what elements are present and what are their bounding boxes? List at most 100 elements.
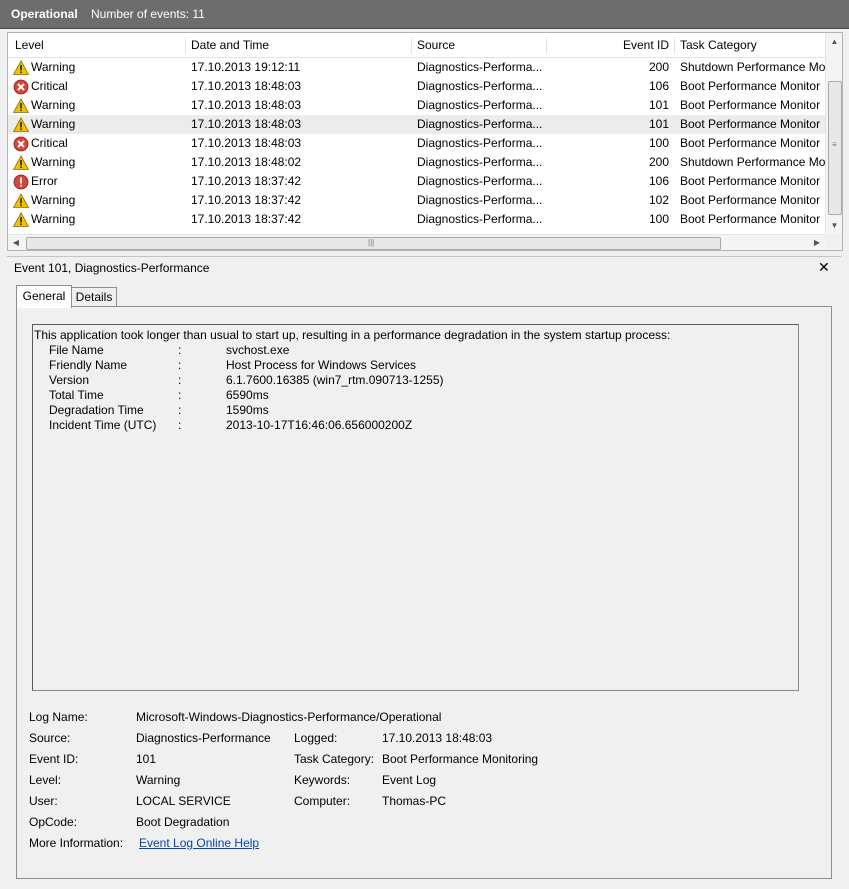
event-row[interactable]: Warning 17.10.2013 18:48:02 Diagnostics-Pe… [8,153,826,172]
description-field-separator: : [178,343,182,357]
column-header-task-category[interactable]: Task Category [680,38,757,54]
scroll-up-icon[interactable]: ▲ [826,33,842,50]
event-id: 101 [648,98,669,112]
event-source: Diagnostics-Performa... [417,117,543,131]
scroll-corner [825,234,842,250]
event-date: 17.10.2013 18:48:03 [191,117,302,131]
event-date: 17.10.2013 18:48:03 [191,98,302,112]
task-category-value: Boot Performance Monitoring [382,752,539,766]
error-icon [13,174,29,190]
description-field-label: Degradation Time [49,403,144,417]
scroll-right-icon[interactable]: ▶ [809,235,825,250]
event-row[interactable]: Critical 17.10.2013 18:48:03 Diagnostics-P… [8,77,826,96]
description-field-value: 1590ms [226,403,269,417]
event-level: Warning [31,212,76,226]
event-source: Diagnostics-Performa... [417,136,543,150]
event-row[interactable]: Warning 17.10.2013 18:37:42 Diagnostics-Pe… [8,191,826,210]
event-category: Shutdown Performance Mo [680,155,826,169]
event-level: Warning [31,98,76,112]
horizontal-scrollbar[interactable]: ◀ ||| ▶ [8,234,825,250]
event-log-online-help-link[interactable]: Event Log Online Help [139,836,259,850]
warning-icon [12,98,30,114]
event-list[interactable]: Level Date and Time Source Event ID Task… [7,32,843,251]
event-id: 102 [648,193,669,207]
computer-value: Thomas-PC [382,794,447,808]
general-tab-panel: This application took longer than usual … [16,306,832,879]
column-header-level[interactable]: Level [15,38,44,54]
event-row[interactable]: Critical 17.10.2013 18:48:03 Diagnostics-P… [8,134,826,153]
scroll-left-icon[interactable]: ◀ [8,235,24,250]
vertical-scroll-thumb[interactable]: ≡ [828,81,842,215]
event-category: Boot Performance Monitor [680,212,821,226]
tab-details[interactable]: Details [71,287,117,307]
opcode-label: OpCode: [29,815,78,829]
event-source: Diagnostics-Performa... [417,79,543,93]
event-row[interactable]: Warning 17.10.2013 19:12:11 Diagnostics-Pe… [8,58,826,77]
more-info-label: More Information: [29,836,124,850]
description-field-value: 2013-10-17T16:46:06.656000200Z [226,418,413,432]
description-field-label: File Name [49,343,104,357]
description-field-label: Incident Time (UTC) [49,418,157,432]
close-icon[interactable]: ✕ [818,259,830,276]
event-level: Warning [31,155,76,169]
keywords-value: Event Log [382,773,437,787]
event-level: Warning [31,60,76,74]
vertical-scrollbar[interactable]: ▲ ≡ ▼ [825,33,842,234]
event-row[interactable]: Warning 17.10.2013 18:48:03 Diagnostics-Pe… [8,115,826,134]
description-field-separator: : [178,403,182,417]
event-count: Number of events: 11 [91,7,205,21]
log-title: Operational [11,7,78,21]
source-value: Diagnostics-Performance [136,731,271,745]
event-source: Diagnostics-Performa... [417,193,543,207]
scroll-down-icon[interactable]: ▼ [826,217,842,234]
event-id-label: Event ID: [29,752,79,766]
description-field-value: 6590ms [226,388,269,402]
column-header-date[interactable]: Date and Time [191,38,269,54]
warning-icon [12,212,30,228]
logged-value: 17.10.2013 18:48:03 [382,731,493,745]
user-label: User: [29,794,58,808]
keywords-label: Keywords: [294,773,351,787]
description-field-separator: : [178,373,182,387]
event-date: 17.10.2013 19:12:11 [191,60,301,74]
critical-icon [13,79,29,95]
event-category: Boot Performance Monitor [680,117,821,131]
event-source: Diagnostics-Performa... [417,60,543,74]
event-row[interactable]: Error 17.10.2013 18:37:42 Diagnostics-Perf… [8,172,826,191]
event-date: 17.10.2013 18:37:42 [191,174,302,188]
warning-icon [12,60,30,76]
log-name-label: Log Name: [29,710,88,724]
event-id: 106 [648,79,669,93]
event-id: 106 [648,174,669,188]
event-level: Warning [31,193,76,207]
warning-icon [12,193,30,209]
description-field-value: svchost.exe [226,343,290,357]
event-row[interactable]: Warning 17.10.2013 18:37:42 Diagnostics-Pe… [8,210,826,229]
event-date: 17.10.2013 18:48:03 [191,136,302,150]
description-field-label: Total Time [49,388,104,402]
warning-icon [12,155,30,171]
critical-icon [13,136,29,152]
log-title-bar: Operational Number of events: 11 [0,0,849,29]
description-field-separator: : [178,388,182,402]
log-name-value: Microsoft-Windows-Diagnostics-Performanc… [136,710,442,724]
tab-general[interactable]: General [16,285,72,308]
description-field-label: Version [49,373,90,387]
description-field-value: 6.1.7600.16385 (win7_rtm.090713-1255) [226,373,444,387]
event-category: Boot Performance Monitor [680,193,821,207]
horizontal-scroll-thumb[interactable]: ||| [26,237,721,250]
event-level: Error [31,174,58,188]
event-source: Diagnostics-Performa... [417,212,543,226]
column-header-source[interactable]: Source [417,38,455,54]
detail-header: Event 101, Diagnostics-Performance ✕ [7,256,841,279]
description-field-separator: : [178,358,182,372]
event-source: Diagnostics-Performa... [417,174,543,188]
event-row[interactable]: Warning 17.10.2013 18:48:03 Diagnostics-Pe… [8,96,826,115]
event-category: Boot Performance Monitor [680,136,821,150]
description-intro: This application took longer than usual … [34,328,671,342]
event-id: 100 [648,212,669,226]
event-description-box[interactable]: This application took longer than usual … [32,324,799,691]
event-id: 101 [648,117,669,131]
column-header-event-id[interactable]: Event ID [548,38,669,54]
logged-label: Logged: [294,731,338,745]
